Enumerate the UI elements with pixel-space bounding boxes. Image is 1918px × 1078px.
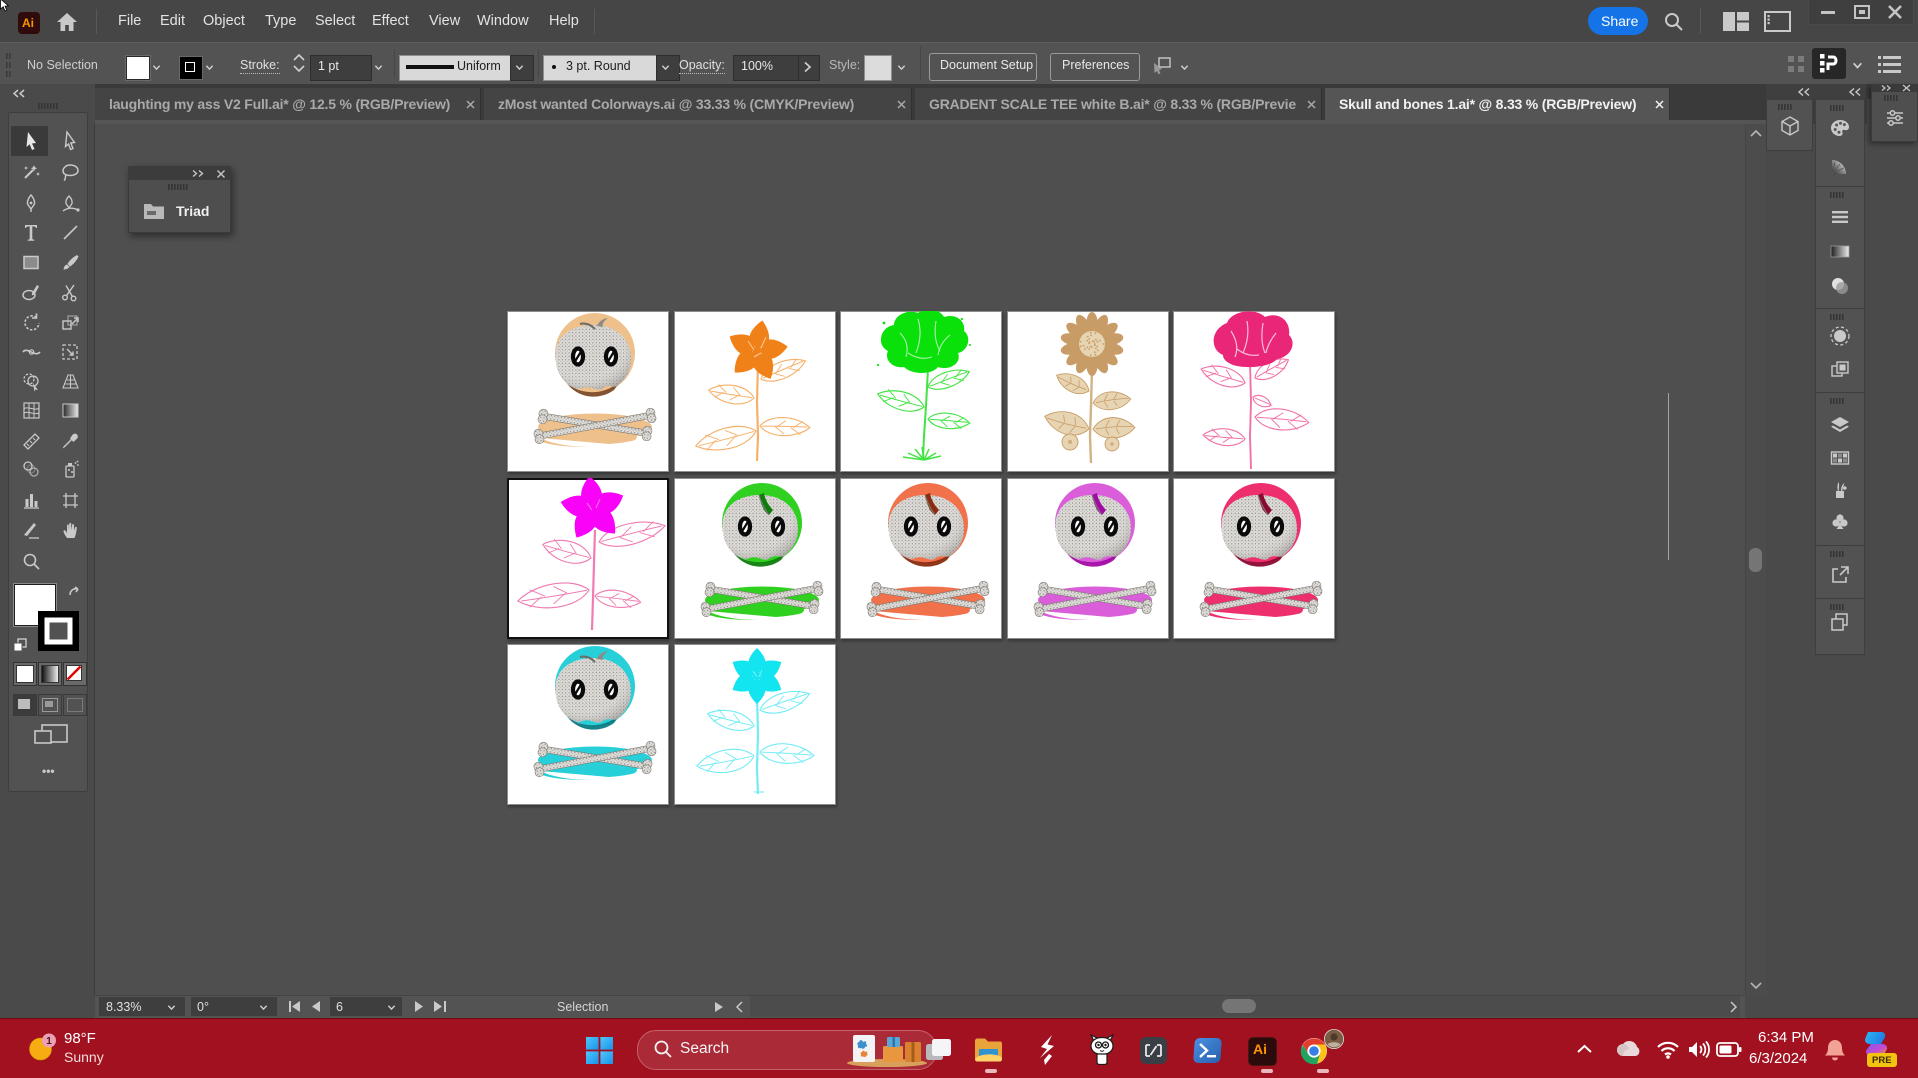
svg-text:1: 1: [46, 1036, 52, 1047]
